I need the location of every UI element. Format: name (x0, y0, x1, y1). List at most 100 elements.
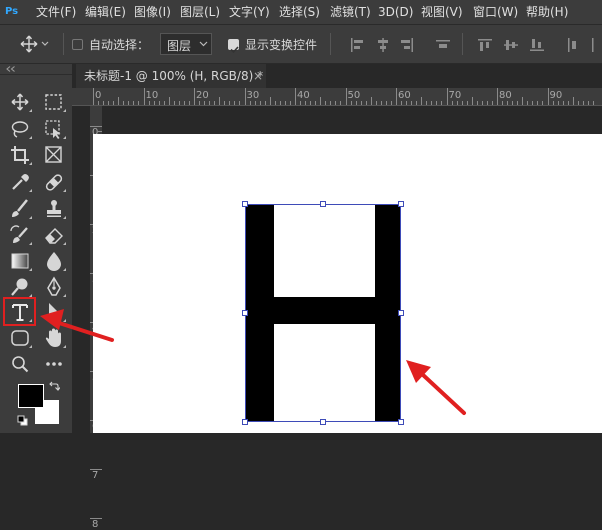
ruler-gutter (72, 106, 90, 433)
ruler-minor-tick (315, 101, 317, 105)
eraser-tool[interactable] (41, 223, 67, 247)
photoshop-logo[interactable]: Ps (5, 4, 23, 20)
auto-select-label: 自动选择： (89, 38, 150, 52)
crop-tool[interactable] (7, 143, 33, 167)
default-colors-icon[interactable] (17, 415, 28, 426)
marquee-tool[interactable] (41, 90, 67, 114)
ruler-minor-tick (274, 101, 276, 105)
collapse-panel-icon[interactable] (6, 66, 16, 72)
blur-tool[interactable] (41, 249, 67, 273)
ruler-minor-tick (158, 101, 160, 105)
distribute-vertical-icon[interactable] (566, 38, 580, 52)
layer-select-dropdown[interactable]: 图层 (160, 33, 212, 55)
ruler-minor-tick (562, 101, 564, 105)
ruler-label: 8 (92, 519, 99, 530)
ruler-minor-tick (279, 101, 281, 105)
transform-bounding-box[interactable] (245, 204, 401, 422)
ruler-minor-tick (123, 101, 125, 105)
menu-3d[interactable]: 3D(D) (378, 0, 413, 24)
ruler-minor-tick (517, 101, 519, 105)
ruler-label: 50 (347, 90, 361, 101)
frame-tool[interactable] (41, 143, 67, 167)
dodge-tool[interactable] (7, 275, 33, 299)
ruler-label: 80 (499, 90, 512, 101)
horizontal-ruler[interactable]: 0 10 20 30 40 50 60 70 80 90 (72, 88, 602, 106)
ruler-minor-tick (214, 101, 216, 105)
align-top-edges-icon[interactable] (478, 38, 492, 52)
show-transform-checkbox[interactable] (228, 39, 239, 54)
transform-handle-top-center[interactable] (320, 201, 326, 207)
menu-edit[interactable]: 编辑(E) (85, 0, 126, 24)
menu-view[interactable]: 视图(V) (421, 0, 463, 24)
transform-handle-bottom-center[interactable] (320, 419, 326, 425)
lasso-tool[interactable] (7, 117, 33, 141)
ruler-minor-tick (486, 101, 488, 105)
more-dots-icon (46, 362, 62, 366)
edit-toolbar-button[interactable] (41, 352, 67, 376)
ruler-label: 70 (448, 90, 462, 101)
ruler-minor-tick (421, 97, 423, 105)
menu-image[interactable]: 图像(I) (134, 0, 171, 24)
align-bottom-edges-icon[interactable] (530, 38, 544, 52)
swap-colors-icon[interactable] (48, 381, 60, 392)
menu-layer[interactable]: 图层(L) (180, 0, 220, 24)
ruler-major-tick (497, 88, 498, 105)
ruler-minor-tick (239, 101, 241, 105)
move-tool-preset-icon[interactable] (20, 35, 50, 57)
pen-tool[interactable] (41, 275, 67, 299)
transform-handle-middle-left[interactable] (242, 310, 248, 316)
transform-handle-middle-right[interactable] (398, 310, 404, 316)
auto-select-checkbox[interactable] (72, 39, 83, 50)
align-left-edges-icon[interactable] (350, 38, 364, 52)
ruler-minor-tick (481, 101, 483, 105)
ruler-minor-tick (542, 101, 544, 105)
healing-brush-tool[interactable] (41, 170, 67, 194)
align-horizontal-centers-icon[interactable] (376, 38, 390, 52)
clone-stamp-tool[interactable] (41, 197, 67, 221)
align-vertical-centers-icon[interactable] (504, 38, 518, 52)
menu-window[interactable]: 窗口(W) (473, 0, 518, 24)
transform-handle-bottom-right[interactable] (398, 419, 404, 425)
menu-help[interactable]: 帮助(H) (526, 0, 568, 24)
ruler-minor-tick (133, 101, 135, 105)
document-tab[interactable]: 未标题-1 @ 100% (H, RGB/8) * × (76, 64, 266, 88)
foreground-color-swatch[interactable] (18, 384, 44, 408)
close-tab-icon[interactable]: × (253, 64, 263, 88)
eyedropper-tool[interactable] (7, 170, 33, 194)
object-selection-tool[interactable] (41, 117, 67, 141)
ruler-minor-tick (118, 97, 120, 105)
separator (330, 33, 331, 55)
ruler-minor-tick (163, 101, 165, 105)
ruler-minor-tick (310, 101, 312, 105)
ruler-minor-tick (300, 101, 302, 105)
menu-select[interactable]: 选择(S) (279, 0, 320, 24)
ruler-minor-tick (249, 101, 251, 105)
menu-type[interactable]: 文字(Y) (229, 0, 270, 24)
transform-handle-bottom-left[interactable] (242, 419, 248, 425)
shape-tool[interactable] (7, 326, 33, 350)
history-brush-tool[interactable] (7, 223, 33, 247)
hand-tool[interactable] (41, 326, 67, 350)
ruler-minor-tick (254, 101, 256, 105)
menu-filter[interactable]: 滤镜(T) (330, 0, 371, 24)
gradient-tool[interactable] (7, 249, 33, 273)
path-selection-tool[interactable] (41, 300, 67, 324)
ruler-minor-tick (340, 101, 342, 105)
layer-select-value: 图层 (167, 39, 192, 53)
transform-handle-top-right[interactable] (398, 201, 404, 207)
distribute-icon[interactable] (436, 38, 450, 52)
zoom-tool[interactable] (7, 352, 33, 376)
menu-bar: Ps 文件(F) 编辑(E) 图像(I) 图层(L) 文字(Y) 选择(S) 滤… (0, 0, 602, 24)
ruler-minor-tick (507, 101, 509, 105)
ruler-minor-tick (98, 101, 100, 105)
ruler-label: 40 (297, 90, 310, 101)
ruler-minor-tick (370, 97, 372, 105)
align-right-edges-icon[interactable] (400, 38, 414, 52)
ruler-minor-tick (380, 101, 382, 105)
distribute-more-icon[interactable] (590, 38, 602, 52)
move-tool[interactable] (7, 90, 33, 114)
menu-file[interactable]: 文件(F) (36, 0, 76, 24)
type-tool-highlight-box (3, 297, 36, 326)
transform-handle-top-left[interactable] (242, 201, 248, 207)
brush-tool[interactable] (7, 197, 33, 221)
